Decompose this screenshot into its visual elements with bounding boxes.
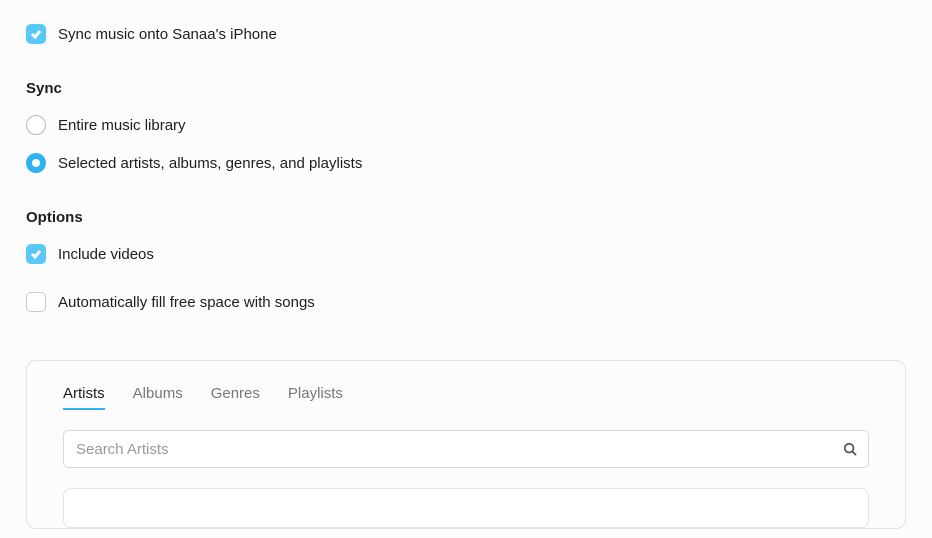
search-wrap [63,430,869,468]
include-videos-label: Include videos [58,246,154,263]
tabs: Artists Albums Genres Playlists [63,385,869,410]
radio-entire-library[interactable] [26,115,46,135]
radio-selected-items[interactable] [26,153,46,173]
tab-playlists[interactable]: Playlists [288,385,343,410]
artists-list[interactable] [63,488,869,528]
include-videos-checkbox[interactable] [26,244,46,264]
sync-music-row: Sync music onto Sanaa's iPhone [26,24,906,44]
tab-albums[interactable]: Albums [133,385,183,410]
sync-radio-group: Entire music library Selected artists, a… [26,115,906,173]
tab-genres[interactable]: Genres [211,385,260,410]
tab-artists[interactable]: Artists [63,385,105,410]
check-icon [30,28,42,40]
sync-music-checkbox[interactable] [26,24,46,44]
autofill-label: Automatically fill free space with songs [58,294,315,311]
options-section-title: Options [26,209,906,226]
options-group: Include videos Automatically fill free s… [26,244,906,312]
radio-row-entire: Entire music library [26,115,906,135]
option-row-videos: Include videos [26,244,906,264]
radio-selected-label: Selected artists, albums, genres, and pl… [58,155,362,172]
radio-entire-label: Entire music library [58,117,186,134]
sync-music-label: Sync music onto Sanaa's iPhone [58,26,277,43]
autofill-checkbox[interactable] [26,292,46,312]
selection-panel: Artists Albums Genres Playlists [26,360,906,529]
search-icon [843,442,857,456]
option-row-autofill: Automatically fill free space with songs [26,292,906,312]
radio-row-selected: Selected artists, albums, genres, and pl… [26,153,906,173]
sync-section-title: Sync [26,80,906,97]
check-icon [30,248,42,260]
search-input[interactable] [63,430,869,468]
